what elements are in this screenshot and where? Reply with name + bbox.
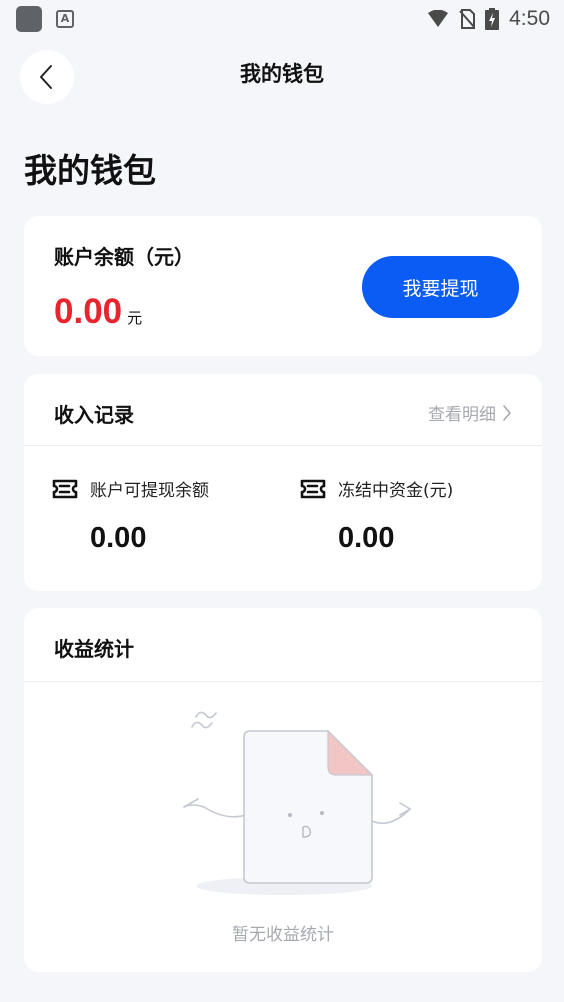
income-header: 收入记录 查看明细: [24, 374, 542, 446]
stat-value: 0.00: [90, 522, 147, 554]
earnings-title: 收益统计: [54, 637, 134, 661]
battery-charging-icon: [485, 8, 500, 30]
status-bar-left: A: [16, 6, 74, 32]
frozen-funds-stat: 冻结中资金(元) 0.00: [300, 476, 453, 555]
ticket-icon: [52, 479, 78, 498]
wifi-icon: [428, 10, 449, 27]
stat-label: 冻结中资金(元): [338, 481, 454, 501]
app-notification-icon: [16, 6, 42, 32]
stat-label: 账户可提现余额: [90, 481, 209, 501]
nav-title: 我的钱包: [240, 62, 324, 86]
withdraw-button[interactable]: 我要提现: [362, 256, 519, 318]
notification-badge-letter: A: [60, 12, 70, 25]
empty-state-text: 暂无收益统计: [232, 925, 334, 945]
page-title: 我的钱包: [24, 151, 156, 190]
status-bar-right: 4:50: [427, 7, 550, 31]
balance-value: 0.00 元: [54, 292, 142, 332]
earnings-card: 收益统计 暂无收益统计: [24, 608, 542, 972]
keyboard-notification-icon: A: [56, 10, 74, 28]
balance-amount: 0.00: [54, 292, 123, 331]
stat-head: 账户可提现余额: [52, 476, 209, 501]
income-title: 收入记录: [54, 403, 134, 427]
withdrawable-balance-stat: 账户可提现余额 0.00: [52, 476, 209, 555]
balance-card: 账户余额（元） 0.00 元 我要提现: [24, 216, 542, 356]
chevron-right-icon: [503, 404, 511, 421]
stat-head: 冻结中资金(元): [300, 476, 453, 501]
ticket-icon: [300, 479, 326, 498]
view-details-label: 查看明细: [428, 405, 496, 425]
income-card: 收入记录 查看明细 账户可提现余额 0.00 冻结中资金(元) 0.00: [24, 374, 542, 591]
balance-unit: 元: [127, 309, 143, 327]
empty-state-document-icon: [183, 711, 412, 895]
view-details-link[interactable]: 查看明细: [428, 400, 512, 425]
earnings-header: 收益统计: [24, 608, 542, 682]
balance-label: 账户余额（元）: [54, 245, 194, 269]
no-sim-icon: [459, 9, 476, 29]
status-bar: A 4:50: [0, 0, 564, 38]
stat-value: 0.00: [338, 522, 395, 554]
clock: 4:50: [509, 7, 550, 30]
